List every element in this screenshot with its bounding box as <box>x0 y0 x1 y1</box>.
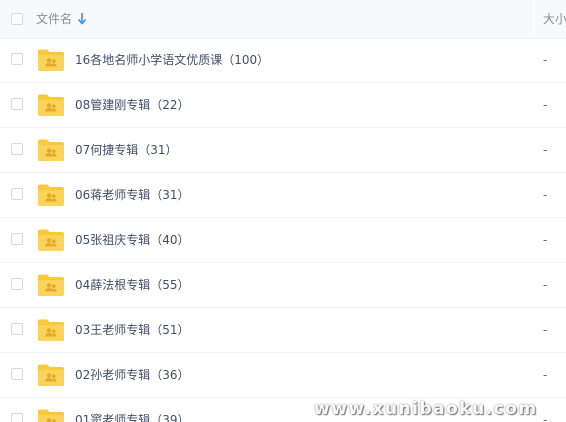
shared-folder-icon <box>38 139 64 161</box>
shared-folder-icon <box>38 184 64 206</box>
file-row[interactable]: 02孙老师专辑（36） - <box>0 353 566 398</box>
row-checkbox[interactable] <box>11 53 23 65</box>
shared-folder-icon <box>38 274 64 296</box>
file-size: - <box>543 278 548 292</box>
shared-folder-icon <box>38 409 64 422</box>
watermark-text: www.xunibaoku.com <box>314 399 538 419</box>
shared-folder-icon <box>38 49 64 71</box>
row-checkbox[interactable] <box>11 188 23 200</box>
file-size: - <box>543 143 548 157</box>
file-size: - <box>543 53 548 67</box>
file-name-link[interactable]: 04薛法根专辑（55） <box>75 277 190 293</box>
row-checkbox[interactable] <box>11 323 23 335</box>
file-name-link[interactable]: 16各地名师小学语文优质课（100） <box>75 52 269 68</box>
file-list-header: 文件名 大小 <box>0 0 566 39</box>
shared-folder-icon <box>38 94 64 116</box>
file-name-link[interactable]: 02孙老师专辑（36） <box>75 367 190 383</box>
row-checkbox[interactable] <box>11 233 23 245</box>
column-header-size[interactable]: 大小 <box>543 11 566 27</box>
file-row[interactable]: 16各地名师小学语文优质课（100） - <box>0 38 566 83</box>
file-row[interactable]: 06蒋老师专辑（31） - <box>0 173 566 218</box>
file-row[interactable]: 08管建刚专辑（22） - <box>0 83 566 128</box>
row-checkbox[interactable] <box>11 368 23 380</box>
shared-folder-icon <box>38 364 64 386</box>
file-name-link[interactable]: 05张祖庆专辑（40） <box>75 232 190 248</box>
file-name-link[interactable]: 07何捷专辑（31） <box>75 142 178 158</box>
file-name-link[interactable]: 08管建刚专辑（22） <box>75 97 190 113</box>
shared-folder-icon <box>38 319 64 341</box>
file-row[interactable]: 07何捷专辑（31） - <box>0 128 566 173</box>
file-name-link[interactable]: 03王老师专辑（51） <box>75 322 190 338</box>
file-row[interactable]: 04薛法根专辑（55） - <box>0 263 566 308</box>
file-size: - <box>543 413 548 422</box>
select-all-checkbox[interactable] <box>11 13 23 25</box>
header-column-divider <box>533 0 534 38</box>
file-name-link[interactable]: 06蒋老师专辑（31） <box>75 187 190 203</box>
row-checkbox[interactable] <box>11 413 23 422</box>
file-list-panel: 文件名 大小 16各地名师小学语文优质课（100） - 08管建刚专辑（22） … <box>0 0 566 422</box>
file-rows: 16各地名师小学语文优质课（100） - 08管建刚专辑（22） - 07何捷专… <box>0 38 566 422</box>
shared-folder-icon <box>38 229 64 251</box>
row-checkbox[interactable] <box>11 143 23 155</box>
column-header-filename[interactable]: 文件名 <box>36 11 72 27</box>
file-size: - <box>543 188 548 202</box>
file-row[interactable]: 05张祖庆专辑（40） - <box>0 218 566 263</box>
file-size: - <box>543 323 548 337</box>
file-size: - <box>543 98 548 112</box>
row-checkbox[interactable] <box>11 98 23 110</box>
file-row[interactable]: 03王老师专辑（51） - <box>0 308 566 353</box>
file-name-link[interactable]: 01窦老师专辑（39） <box>75 412 190 422</box>
row-checkbox[interactable] <box>11 278 23 290</box>
file-size: - <box>543 233 548 247</box>
file-size: - <box>543 368 548 382</box>
sort-down-arrow-icon[interactable] <box>77 12 87 26</box>
